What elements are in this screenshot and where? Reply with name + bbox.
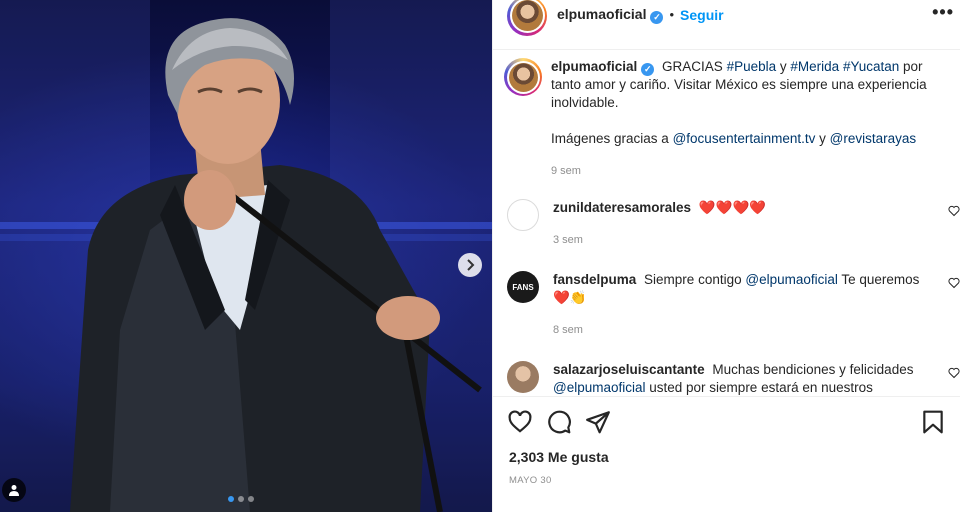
post-date: MAYO 30	[509, 475, 552, 486]
caption: elpumaoficial ✓ GRACIAS #Puebla y #Merida…	[493, 58, 960, 180]
comment-text: Te queremos	[841, 272, 920, 287]
chevron-right-icon	[467, 259, 475, 271]
comment-timestamp: 8 sem	[553, 324, 583, 336]
next-image-button[interactable]	[458, 253, 482, 277]
heart-icon[interactable]	[507, 409, 533, 435]
comment-item: zunildateresamorales ❤️❤️❤️❤️ 3 sem	[493, 199, 960, 249]
comment-text: Muchas bendiciones y felicidades	[712, 362, 914, 377]
carousel-dots	[228, 496, 254, 502]
like-count[interactable]: 2,303 Me gusta	[493, 449, 960, 465]
like-comment-heart-icon[interactable]	[948, 277, 960, 289]
comment-icon[interactable]	[546, 409, 572, 435]
hashtag-link[interactable]: #Yucatan	[843, 59, 899, 74]
header-separator: •	[669, 7, 675, 22]
caption-username[interactable]: elpumaoficial ✓	[551, 59, 655, 76]
hashtag-link[interactable]: #Merida	[790, 59, 839, 74]
action-icons-bar	[493, 397, 960, 435]
caption-timestamp: 9 sem	[551, 165, 581, 177]
bookmark-icon[interactable]	[920, 409, 946, 435]
comment-avatar[interactable]: FANS	[507, 271, 539, 303]
post-media[interactable]	[0, 0, 492, 512]
comment-username[interactable]: zunildateresamorales	[553, 200, 691, 215]
mention-link[interactable]: @revistarayas	[830, 131, 916, 146]
verified-badge-icon: ✓	[641, 63, 655, 76]
comment-item: FANS fansdelpuma Siempre contigo @elpuma…	[493, 271, 960, 339]
comment-username[interactable]: salazarjoseluiscantante	[553, 362, 705, 377]
comment-timestamp: 3 sem	[553, 234, 583, 246]
comment-item: salazarjoseluiscantante Muchas bendicion…	[493, 361, 960, 395]
carousel-dot	[248, 496, 254, 502]
verified-badge-icon: ✓	[650, 10, 664, 24]
comments-list[interactable]: elpumaoficial ✓ GRACIAS #Puebla y #Merida…	[493, 51, 960, 395]
mention-link[interactable]: @focusentertainment.tv	[673, 131, 816, 146]
avatar-logo-text: FANS	[512, 282, 534, 292]
hashtag-link[interactable]: #Puebla	[727, 59, 777, 74]
author-avatar[interactable]	[507, 0, 547, 36]
post-sidebar: elpumaoficial ✓ • Seguir ••• elpumaoficia…	[492, 0, 960, 512]
caption-text: GRACIAS	[662, 59, 723, 74]
caption-text: Imágenes gracias a	[551, 131, 669, 146]
mention-link[interactable]: @elpumaoficial	[553, 380, 646, 395]
more-options-icon[interactable]: •••	[932, 2, 954, 23]
carousel-dot	[238, 496, 244, 502]
comment-text: ❤️❤️❤️❤️	[698, 200, 767, 215]
author-username[interactable]: elpumaoficial ✓	[557, 6, 664, 24]
caption-text: y	[819, 131, 826, 146]
singer-photo	[70, 18, 482, 512]
comment-avatar[interactable]	[507, 199, 539, 231]
carousel-dot	[228, 496, 234, 502]
post-actions: 2,303 Me gusta MAYO 30	[493, 396, 960, 512]
mention-link[interactable]: @elpumaoficial	[745, 272, 838, 287]
comment-username[interactable]: fansdelpuma	[553, 272, 636, 287]
like-comment-heart-icon[interactable]	[948, 367, 960, 379]
post-header: elpumaoficial ✓ • Seguir •••	[493, 0, 960, 50]
comment-emoji: ❤️👏	[553, 290, 587, 305]
caption-avatar[interactable]	[504, 58, 542, 96]
like-comment-heart-icon[interactable]	[948, 205, 960, 217]
paper-plane-icon[interactable]	[585, 409, 611, 435]
comment-text: usted por siempre estará en nuestros	[649, 380, 873, 395]
user-tag-icon	[9, 485, 19, 496]
comment-text: Siempre contigo	[644, 272, 742, 287]
caption-text: y	[779, 59, 787, 74]
follow-button[interactable]: Seguir	[680, 7, 724, 23]
tagged-users-button[interactable]	[2, 478, 26, 502]
instagram-post: elpumaoficial ✓ • Seguir ••• elpumaoficia…	[0, 0, 960, 512]
comment-avatar[interactable]	[507, 361, 539, 393]
